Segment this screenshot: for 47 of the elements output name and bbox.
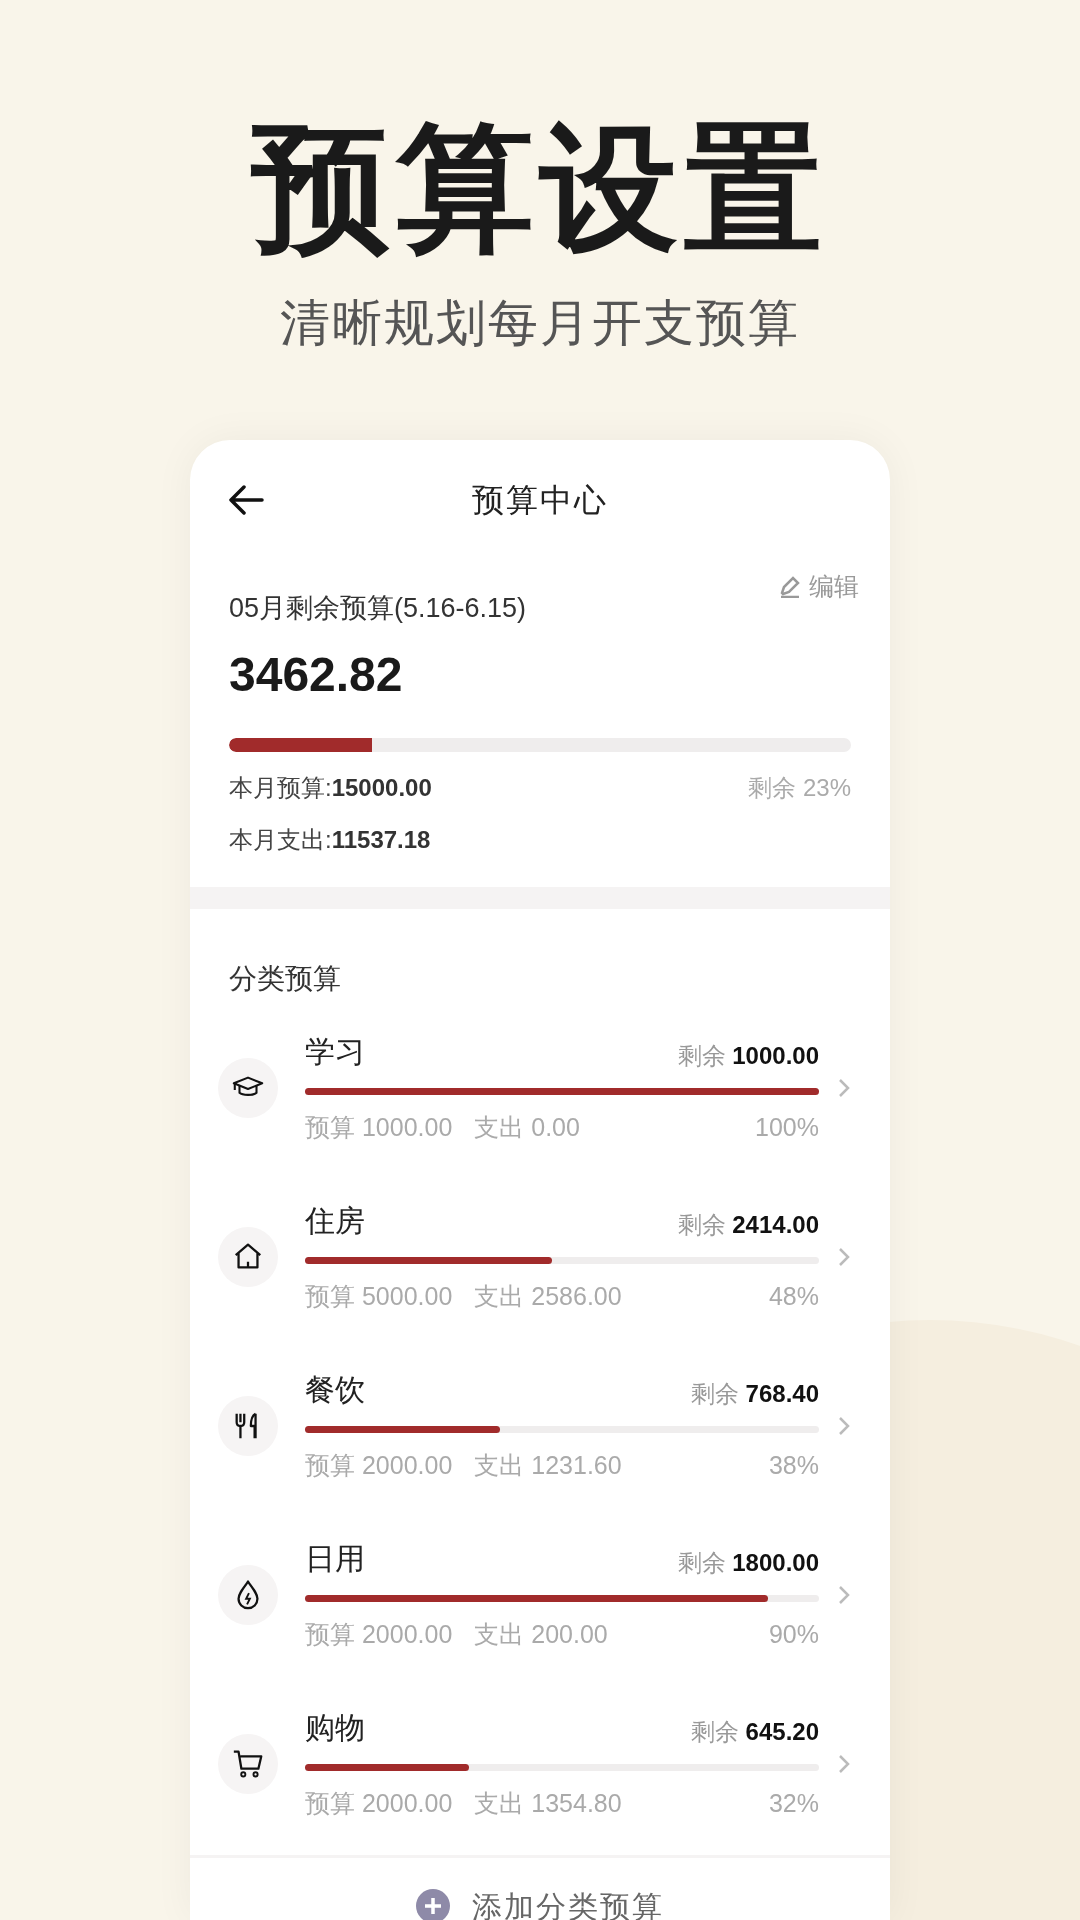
remaining-percent: 32% <box>768 1788 819 1820</box>
budget-amount: 预算 5000.00 <box>305 1281 453 1313</box>
category-name: 住房 <box>305 1203 365 1240</box>
pencil-icon <box>779 575 801 598</box>
remaining-percent: 剩余 23% <box>748 772 851 803</box>
category-row[interactable]: 住房 剩余 2414.00 预算 5000.00 支出 2586.00 48% <box>190 1172 890 1342</box>
chevron-right-icon <box>837 1584 851 1606</box>
chevron-right-icon <box>837 1753 851 1775</box>
spent-amount: 支出 1354.80 <box>474 1788 622 1820</box>
remaining-amount: 3462.82 <box>229 646 404 703</box>
category-row[interactable]: 餐饮 剩余 768.40 预算 2000.00 支出 1231.60 38% <box>190 1341 890 1511</box>
remaining-amount: 剩余 2414.00 <box>677 1210 819 1241</box>
category-name: 日用 <box>305 1541 365 1578</box>
spent-amount: 支出 200.00 <box>474 1619 608 1651</box>
remaining-percent: 100% <box>755 1112 819 1144</box>
remaining-percent: 38% <box>768 1450 819 1482</box>
spent-amount: 支出 0.00 <box>474 1112 580 1144</box>
budget-amount: 预算 2000.00 <box>305 1450 453 1482</box>
section-title: 分类预算 <box>228 961 342 996</box>
category-name: 学习 <box>305 1034 365 1071</box>
spent-amount: 支出 1231.60 <box>474 1450 622 1482</box>
monthly-spending: 本月支出:11537.18 <box>229 824 432 855</box>
category-name: 餐饮 <box>305 1372 365 1409</box>
back-icon[interactable] <box>228 484 264 516</box>
subheadline: 清晰规划每月开支预算 <box>280 294 800 353</box>
category-name: 购物 <box>305 1710 365 1747</box>
period-label: 05月剩余预算(5.16-6.15) <box>229 592 527 625</box>
category-row[interactable]: 学习 剩余 1000.00 预算 1000.00 支出 0.00 100% <box>190 1003 890 1173</box>
remaining-percent: 90% <box>768 1619 819 1651</box>
category-row[interactable]: 日用 剩余 1800.00 预算 2000.00 支出 200.00 90% <box>190 1510 890 1680</box>
spent-amount: 支出 2586.00 <box>474 1281 622 1313</box>
budget-amount: 预算 2000.00 <box>305 1619 453 1651</box>
budget-amount: 预算 2000.00 <box>305 1788 453 1820</box>
remaining-percent: 48% <box>768 1281 819 1313</box>
remaining-amount: 剩余 645.20 <box>690 1717 819 1748</box>
remaining-amount: 剩余 1800.00 <box>677 1548 819 1579</box>
headline: 预算设置 <box>252 110 828 267</box>
screen-title: 预算中心 <box>472 481 608 520</box>
remaining-amount: 剩余 768.40 <box>690 1379 819 1410</box>
chevron-right-icon <box>837 1246 851 1268</box>
chevron-right-icon <box>837 1077 851 1099</box>
category-row[interactable]: 购物 剩余 645.20 预算 2000.00 支出 1354.80 32% <box>190 1679 890 1849</box>
add-category-button[interactable]: 添加分类预算 <box>416 1883 664 1920</box>
remaining-amount: 剩余 1000.00 <box>677 1041 819 1072</box>
budget-amount: 预算 1000.00 <box>305 1112 453 1144</box>
chevron-right-icon <box>837 1415 851 1437</box>
monthly-budget: 本月预算:15000.00 <box>229 772 432 803</box>
